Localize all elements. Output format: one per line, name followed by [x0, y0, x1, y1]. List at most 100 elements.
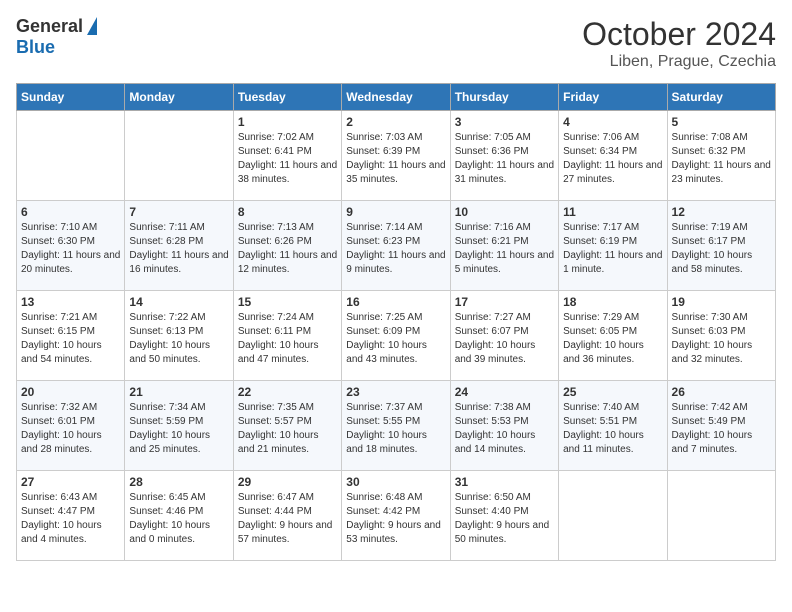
calendar-cell: 7Sunrise: 7:11 AMSunset: 6:28 PMDaylight… [125, 201, 233, 291]
day-number: 6 [21, 205, 120, 219]
day-info: Sunrise: 7:16 AMSunset: 6:21 PMDaylight:… [455, 221, 554, 277]
week-row-1: 1Sunrise: 7:02 AMSunset: 6:41 PMDaylight… [17, 111, 776, 201]
day-number: 30 [346, 475, 445, 489]
day-header-friday: Friday [559, 84, 667, 111]
calendar-cell: 6Sunrise: 7:10 AMSunset: 6:30 PMDaylight… [17, 201, 125, 291]
day-info: Sunrise: 7:29 AMSunset: 6:05 PMDaylight:… [563, 311, 662, 367]
day-info: Sunrise: 7:19 AMSunset: 6:17 PMDaylight:… [672, 221, 771, 277]
calendar-cell: 25 Sunrise: 7:40 AMSunset: 5:51 PMDayligh… [559, 381, 667, 471]
day-header-saturday: Saturday [667, 84, 775, 111]
day-info: Sunrise: 7:34 AMSunset: 5:59 PMDaylight:… [129, 401, 228, 457]
day-header-monday: Monday [125, 84, 233, 111]
day-info: Sunrise: 6:43 AMSunset: 4:47 PMDaylight:… [21, 491, 120, 547]
day-number: 20 [21, 385, 120, 399]
day-number: 27 [21, 475, 120, 489]
day-number: 2 [346, 115, 445, 129]
calendar-cell: 24 Sunrise: 7:38 AMSunset: 5:53 PMDayligh… [450, 381, 558, 471]
day-info: Sunrise: 7:42 AMSunset: 5:49 PMDaylight:… [672, 401, 771, 457]
day-info: Sunrise: 7:22 AMSunset: 6:13 PMDaylight:… [129, 311, 228, 367]
calendar-cell: 22 Sunrise: 7:35 AMSunset: 5:57 PMDayligh… [233, 381, 341, 471]
day-number: 22 [238, 385, 337, 399]
calendar-cell: 30 Sunrise: 6:48 AMSunset: 4:42 PMDayligh… [342, 471, 450, 561]
location-title: Liben, Prague, Czechia [582, 53, 776, 71]
calendar-cell [559, 471, 667, 561]
day-number: 14 [129, 295, 228, 309]
day-number: 25 [563, 385, 662, 399]
calendar-cell: 13Sunrise: 7:21 AMSunset: 6:15 PMDayligh… [17, 291, 125, 381]
day-number: 5 [672, 115, 771, 129]
day-number: 4 [563, 115, 662, 129]
day-info: Sunrise: 7:35 AMSunset: 5:57 PMDaylight:… [238, 401, 337, 457]
logo-triangle-icon [87, 17, 97, 35]
day-info: Sunrise: 7:08 AMSunset: 6:32 PMDaylight:… [672, 131, 771, 187]
week-row-5: 27 Sunrise: 6:43 AMSunset: 4:47 PMDayligh… [17, 471, 776, 561]
calendar-cell: 29 Sunrise: 6:47 AMSunset: 4:44 PMDayligh… [233, 471, 341, 561]
calendar-cell: 2 Sunrise: 7:03 AMSunset: 6:39 PMDaylight… [342, 111, 450, 201]
calendar-cell: 16Sunrise: 7:25 AMSunset: 6:09 PMDayligh… [342, 291, 450, 381]
calendar-cell [667, 471, 775, 561]
day-number: 29 [238, 475, 337, 489]
day-info: Sunrise: 6:48 AMSunset: 4:42 PMDaylight:… [346, 491, 445, 547]
day-info: Sunrise: 7:21 AMSunset: 6:15 PMDaylight:… [21, 311, 120, 367]
calendar-cell: 23Sunrise: 7:37 AMSunset: 5:55 PMDayligh… [342, 381, 450, 471]
calendar-cell [125, 111, 233, 201]
day-number: 7 [129, 205, 228, 219]
day-info: Sunrise: 7:38 AMSunset: 5:53 PMDaylight:… [455, 401, 554, 457]
calendar-header-row: SundayMondayTuesdayWednesdayThursdayFrid… [17, 84, 776, 111]
title-block: October 2024 Liben, Prague, Czechia [582, 16, 776, 71]
day-info: Sunrise: 7:06 AMSunset: 6:34 PMDaylight:… [563, 131, 662, 187]
calendar-cell: 9Sunrise: 7:14 AMSunset: 6:23 PMDaylight… [342, 201, 450, 291]
calendar-cell: 19Sunrise: 7:30 AMSunset: 6:03 PMDayligh… [667, 291, 775, 381]
page-header: General Blue October 2024 Liben, Prague,… [16, 16, 776, 71]
calendar-cell: 1Sunrise: 7:02 AMSunset: 6:41 PMDaylight… [233, 111, 341, 201]
month-title: October 2024 [582, 16, 776, 53]
day-number: 28 [129, 475, 228, 489]
day-number: 24 [455, 385, 554, 399]
logo-blue: Blue [16, 37, 55, 58]
calendar-cell: 18Sunrise: 7:29 AMSunset: 6:05 PMDayligh… [559, 291, 667, 381]
day-header-thursday: Thursday [450, 84, 558, 111]
calendar-cell [17, 111, 125, 201]
day-number: 10 [455, 205, 554, 219]
week-row-4: 20 Sunrise: 7:32 AMSunset: 6:01 PMDayligh… [17, 381, 776, 471]
day-info: Sunrise: 7:32 AMSunset: 6:01 PMDaylight:… [21, 401, 120, 457]
calendar-cell: 11Sunrise: 7:17 AMSunset: 6:19 PMDayligh… [559, 201, 667, 291]
day-info: Sunrise: 6:50 AMSunset: 4:40 PMDaylight:… [455, 491, 554, 547]
calendar-cell: 21 Sunrise: 7:34 AMSunset: 5:59 PMDayligh… [125, 381, 233, 471]
calendar-cell: 8Sunrise: 7:13 AMSunset: 6:26 PMDaylight… [233, 201, 341, 291]
calendar-cell: 15 Sunrise: 7:24 AMSunset: 6:11 PMDayligh… [233, 291, 341, 381]
calendar-cell: 3 Sunrise: 7:05 AMSunset: 6:36 PMDaylight… [450, 111, 558, 201]
day-info: Sunrise: 7:27 AMSunset: 6:07 PMDaylight:… [455, 311, 554, 367]
day-info: Sunrise: 6:47 AMSunset: 4:44 PMDaylight:… [238, 491, 337, 547]
week-row-2: 6Sunrise: 7:10 AMSunset: 6:30 PMDaylight… [17, 201, 776, 291]
calendar-cell: 5 Sunrise: 7:08 AMSunset: 6:32 PMDaylight… [667, 111, 775, 201]
day-number: 23 [346, 385, 445, 399]
day-number: 19 [672, 295, 771, 309]
day-info: Sunrise: 7:03 AMSunset: 6:39 PMDaylight:… [346, 131, 445, 187]
day-number: 3 [455, 115, 554, 129]
calendar-cell: 12 Sunrise: 7:19 AMSunset: 6:17 PMDayligh… [667, 201, 775, 291]
day-number: 31 [455, 475, 554, 489]
day-number: 12 [672, 205, 771, 219]
day-number: 21 [129, 385, 228, 399]
day-info: Sunrise: 7:14 AMSunset: 6:23 PMDaylight:… [346, 221, 445, 277]
logo-general: General [16, 16, 83, 37]
day-number: 26 [672, 385, 771, 399]
day-header-sunday: Sunday [17, 84, 125, 111]
calendar-cell: 31 Sunrise: 6:50 AMSunset: 4:40 PMDayligh… [450, 471, 558, 561]
day-info: Sunrise: 7:02 AMSunset: 6:41 PMDaylight:… [238, 131, 337, 187]
day-info: Sunrise: 7:17 AMSunset: 6:19 PMDaylight:… [563, 221, 662, 277]
day-info: Sunrise: 7:05 AMSunset: 6:36 PMDaylight:… [455, 131, 554, 187]
day-info: Sunrise: 6:45 AMSunset: 4:46 PMDaylight:… [129, 491, 228, 547]
day-number: 15 [238, 295, 337, 309]
day-header-wednesday: Wednesday [342, 84, 450, 111]
day-number: 16 [346, 295, 445, 309]
day-info: Sunrise: 7:24 AMSunset: 6:11 PMDaylight:… [238, 311, 337, 367]
calendar-cell: 20 Sunrise: 7:32 AMSunset: 6:01 PMDayligh… [17, 381, 125, 471]
calendar-table: SundayMondayTuesdayWednesdayThursdayFrid… [16, 83, 776, 561]
day-number: 8 [238, 205, 337, 219]
day-header-tuesday: Tuesday [233, 84, 341, 111]
calendar-cell: 4 Sunrise: 7:06 AMSunset: 6:34 PMDaylight… [559, 111, 667, 201]
week-row-3: 13Sunrise: 7:21 AMSunset: 6:15 PMDayligh… [17, 291, 776, 381]
day-info: Sunrise: 7:40 AMSunset: 5:51 PMDaylight:… [563, 401, 662, 457]
